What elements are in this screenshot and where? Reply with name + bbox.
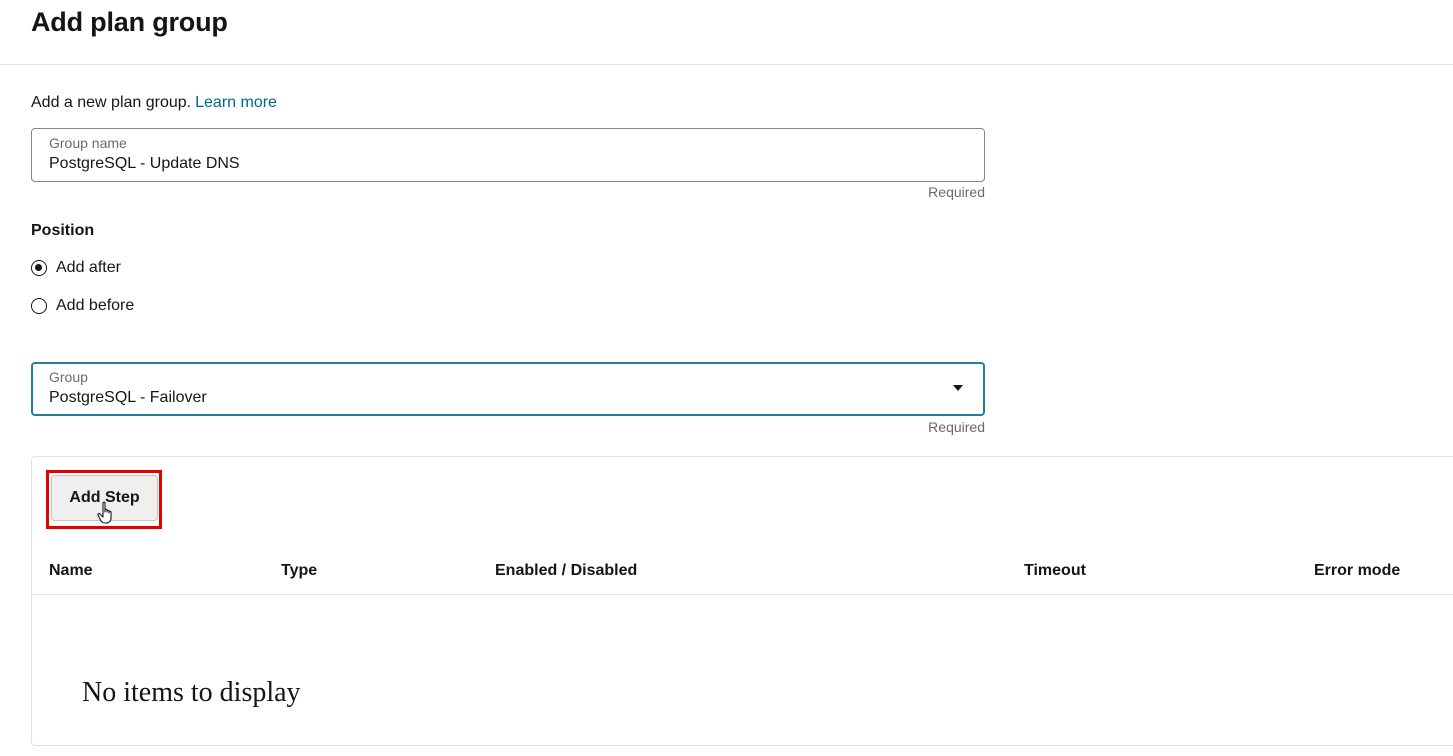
group-name-required: Required (928, 184, 985, 200)
caret-down-icon[interactable] (953, 385, 963, 391)
column-timeout[interactable]: Timeout (1024, 561, 1086, 581)
radio-checked-icon[interactable] (31, 260, 47, 276)
position-label: Position (31, 222, 95, 239)
page-title: Add plan group (31, 7, 228, 37)
group-select-required: Required (928, 419, 985, 435)
column-name[interactable]: Name (49, 561, 93, 581)
radio-unchecked-icon[interactable] (31, 298, 47, 314)
group-select-label: Group (49, 369, 88, 385)
radio-add-after-label[interactable]: Add after (56, 259, 121, 277)
intro-description: Add a new plan group. (31, 94, 192, 111)
page-header: Add plan group (0, 0, 1453, 65)
column-enabled-disabled[interactable]: Enabled / Disabled (495, 561, 637, 581)
radio-add-before-label[interactable]: Add before (56, 297, 134, 315)
column-error-mode[interactable]: Error mode (1314, 561, 1400, 581)
group-select[interactable]: Group PostgreSQL - Failover (31, 362, 985, 416)
steps-table-header: Name Type Enabled / Disabled Timeout Err… (32, 548, 1453, 595)
intro-text: Add a new plan group. Learn more (31, 93, 277, 113)
learn-more-link[interactable]: Learn more (195, 94, 277, 111)
group-name-input[interactable]: PostgreSQL - Update DNS (49, 154, 240, 174)
radio-add-after[interactable]: Add after (31, 258, 121, 278)
group-name-field[interactable]: Group name PostgreSQL - Update DNS (31, 128, 985, 182)
group-name-label: Group name (49, 135, 127, 151)
group-select-value[interactable]: PostgreSQL - Failover (49, 388, 207, 408)
hand-pointer-cursor-icon (97, 501, 112, 524)
column-type[interactable]: Type (281, 561, 317, 581)
radio-add-before[interactable]: Add before (31, 296, 134, 316)
empty-table-message: No items to display (82, 677, 301, 708)
